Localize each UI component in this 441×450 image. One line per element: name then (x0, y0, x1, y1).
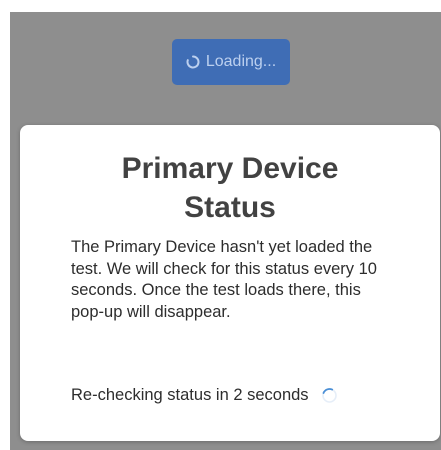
primary-device-status-dialog: Primary Device Status The Primary Device… (20, 125, 440, 441)
recheck-status: Re-checking status in 2 seconds (71, 383, 411, 407)
spinner-icon (186, 55, 200, 69)
loading-button[interactable]: Loading... (172, 39, 290, 85)
dialog-title: Primary Device Status (121, 152, 339, 224)
dialog-message: The Primary Device hasn't yet loaded the… (71, 238, 377, 321)
loading-button-label: Loading... (205, 53, 277, 70)
recheck-countdown-text: Re-checking status in 2 seconds (71, 385, 309, 404)
spinner-icon (321, 387, 338, 404)
